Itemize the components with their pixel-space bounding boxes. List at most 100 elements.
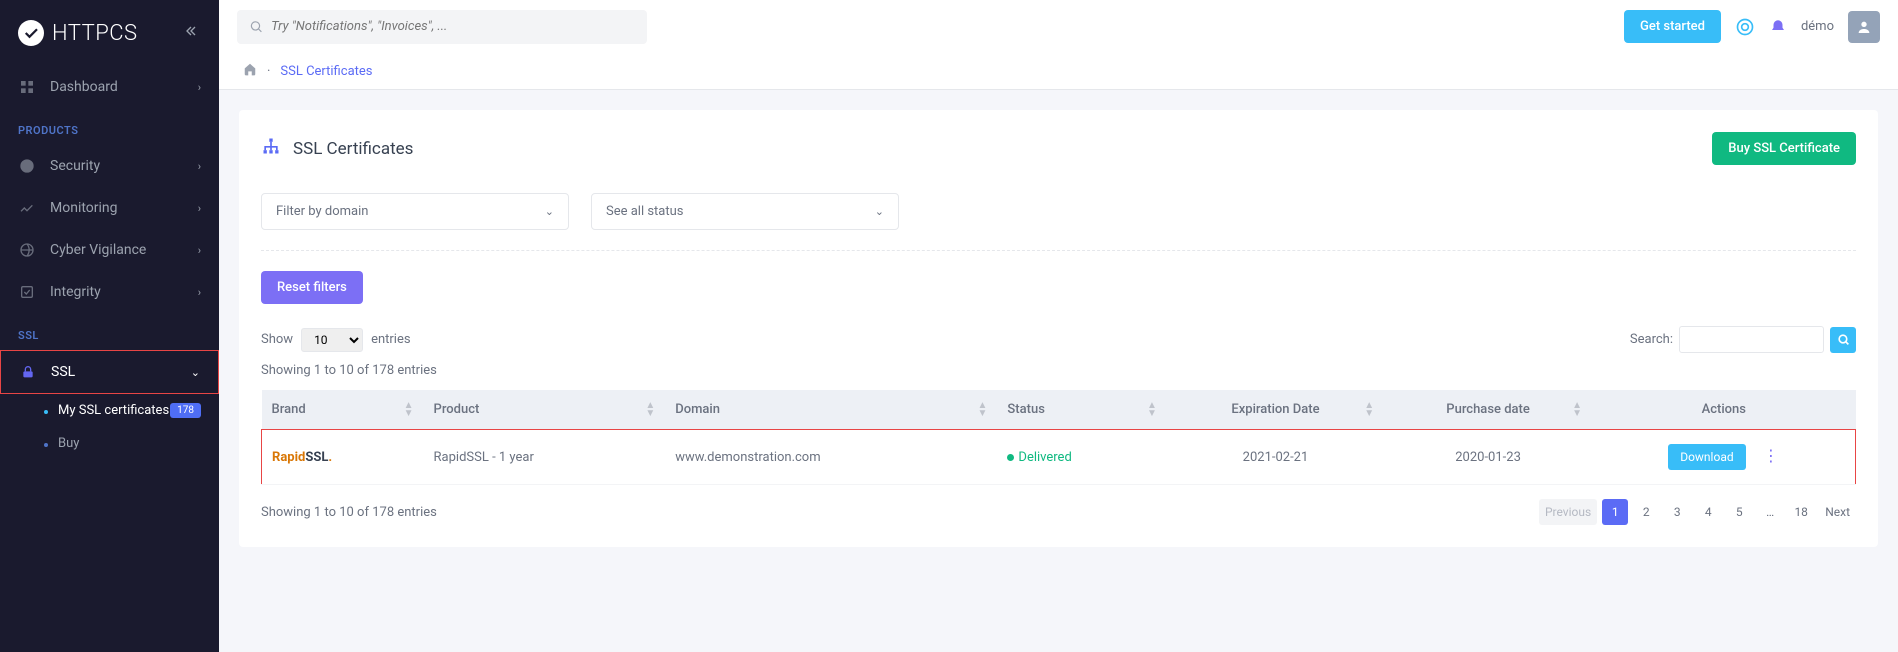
sort-icon: ▲▼ xyxy=(1572,402,1582,418)
chevron-right-icon: › xyxy=(198,286,201,299)
col-purchase[interactable]: Purchase date▲▼ xyxy=(1384,390,1592,430)
entries-select[interactable]: 10 xyxy=(301,328,363,352)
panel-header: SSL Certificates Buy SSL Certificate xyxy=(261,132,1856,165)
sidebar-item-integrity[interactable]: Integrity › xyxy=(0,271,219,313)
pager-next[interactable]: Next xyxy=(1819,499,1856,525)
global-search[interactable] xyxy=(237,10,647,44)
help-icon[interactable] xyxy=(1735,17,1755,37)
pager-page[interactable]: 3 xyxy=(1664,499,1690,525)
search-button[interactable] xyxy=(1830,327,1856,353)
sidebar-item-label: Buy xyxy=(58,436,79,451)
sidebar-item-label: Integrity xyxy=(50,284,101,300)
sidebar-heading-ssl: SSL xyxy=(0,313,219,350)
logo-row: HTTPCS xyxy=(0,10,219,66)
chevron-down-icon: ⌄ xyxy=(545,205,554,218)
status-text: Delivered xyxy=(1018,450,1071,465)
chart-icon xyxy=(18,199,36,217)
avatar[interactable] xyxy=(1848,11,1880,43)
filter-domain-select[interactable]: Filter by domain ⌄ xyxy=(261,193,569,230)
table-search: Search: xyxy=(1630,326,1856,353)
shield-check-icon xyxy=(18,157,36,175)
sidebar-item-cyber-vigilance[interactable]: Cyber Vigilance › xyxy=(0,229,219,271)
main: Get started démo · SSL Certificates SSL … xyxy=(219,0,1898,652)
sidebar-item-security[interactable]: Security › xyxy=(0,145,219,187)
download-button[interactable]: Download xyxy=(1668,444,1745,470)
pager-page[interactable]: 5 xyxy=(1726,499,1752,525)
col-brand[interactable]: Brand▲▼ xyxy=(262,390,424,430)
get-started-button[interactable]: Get started xyxy=(1624,10,1721,43)
sort-icon: ▲▼ xyxy=(1147,402,1157,418)
pager-page[interactable]: 4 xyxy=(1695,499,1721,525)
page-title-text: SSL Certificates xyxy=(293,139,413,159)
pager-page[interactable]: 2 xyxy=(1633,499,1659,525)
collapse-sidebar-icon[interactable] xyxy=(185,23,201,43)
chevron-right-icon: › xyxy=(198,202,201,215)
col-actions: Actions xyxy=(1592,390,1855,430)
breadcrumb-link[interactable]: SSL Certificates xyxy=(280,64,372,79)
chevron-right-icon: › xyxy=(198,160,201,173)
sidebar-item-dashboard[interactable]: Dashboard › xyxy=(0,66,219,108)
col-expiration[interactable]: Expiration Date▲▼ xyxy=(1167,390,1384,430)
crumb-sep: · xyxy=(267,64,270,79)
sidebar-submenu-ssl: My SSL certificates 178 Buy xyxy=(0,394,219,460)
sidebar-item-ssl[interactable]: SSL ⌄ xyxy=(0,350,219,394)
filter-status-select[interactable]: See all status ⌄ xyxy=(591,193,899,230)
cell-brand: RapidSSL. xyxy=(262,430,424,485)
ssl-table: Brand▲▼ Product▲▼ Domain▲▼ Status▲▼ Expi… xyxy=(261,390,1856,485)
col-product[interactable]: Product▲▼ xyxy=(424,390,666,430)
reset-filters-button[interactable]: Reset filters xyxy=(261,271,363,304)
breadcrumb: · SSL Certificates xyxy=(219,53,1898,90)
page-title: SSL Certificates xyxy=(261,136,413,161)
table-footer: Showing 1 to 10 of 178 entries Previous … xyxy=(261,499,1856,525)
pager-page[interactable]: 18 xyxy=(1788,499,1814,525)
search-input[interactable] xyxy=(271,19,635,34)
sidebar-item-label: My SSL certificates xyxy=(58,403,169,418)
brand-logo: RapidSSL. xyxy=(272,450,332,465)
username-label[interactable]: démo xyxy=(1801,19,1834,34)
sort-icon: ▲▼ xyxy=(645,402,655,418)
filters-row: Filter by domain ⌄ See all status ⌄ xyxy=(261,193,1856,230)
globe-icon xyxy=(18,241,36,259)
logo[interactable]: HTTPCS xyxy=(18,20,138,46)
status-dot-icon xyxy=(1007,454,1014,461)
check-square-icon xyxy=(18,283,36,301)
pager-prev[interactable]: Previous xyxy=(1539,499,1597,525)
home-icon[interactable] xyxy=(243,62,257,80)
col-domain[interactable]: Domain▲▼ xyxy=(665,390,997,430)
chevron-right-icon: › xyxy=(198,81,201,94)
show-label: Show xyxy=(261,332,293,347)
select-label: Filter by domain xyxy=(276,204,368,219)
sidebar-sub-buy[interactable]: Buy xyxy=(32,427,219,460)
sidebar: HTTPCS Dashboard › PRODUCTS Security › M… xyxy=(0,0,219,652)
table-search-input[interactable] xyxy=(1679,326,1824,353)
table-header-row: Brand▲▼ Product▲▼ Domain▲▼ Status▲▼ Expi… xyxy=(262,390,1856,430)
chevron-down-icon: ⌄ xyxy=(875,205,884,218)
sort-icon: ▲▼ xyxy=(404,402,414,418)
sidebar-item-monitoring[interactable]: Monitoring › xyxy=(0,187,219,229)
sidebar-item-label: SSL xyxy=(51,364,75,380)
cell-domain: www.demonstration.com xyxy=(665,430,997,485)
bullet-icon xyxy=(44,443,48,447)
cell-expiration: 2021-02-21 xyxy=(1167,430,1384,485)
cell-status: Delivered xyxy=(997,430,1166,485)
logo-text: HTTPCS xyxy=(52,21,138,46)
sidebar-heading-products: PRODUCTS xyxy=(0,108,219,145)
sidebar-sub-my-ssl[interactable]: My SSL certificates 178 xyxy=(32,394,219,427)
more-actions-icon[interactable]: ⋮ xyxy=(1763,446,1779,465)
sidebar-item-label: Monitoring xyxy=(50,200,118,216)
buy-ssl-button[interactable]: Buy SSL Certificate xyxy=(1712,132,1856,165)
col-status[interactable]: Status▲▼ xyxy=(997,390,1166,430)
table-info-top: Showing 1 to 10 of 178 entries xyxy=(261,363,1856,378)
bell-icon[interactable] xyxy=(1769,18,1787,36)
content: SSL Certificates Buy SSL Certificate Fil… xyxy=(219,90,1898,567)
select-label: See all status xyxy=(606,204,684,219)
bullet-icon xyxy=(44,410,48,414)
table-info-bottom: Showing 1 to 10 of 178 entries xyxy=(261,505,437,520)
pager-page[interactable]: 1 xyxy=(1602,499,1628,525)
panel-ssl-certificates: SSL Certificates Buy SSL Certificate Fil… xyxy=(239,110,1878,547)
table-controls: Show 10 entries Search: xyxy=(261,326,1856,353)
pagination: Previous 1 2 3 4 5 … 18 Next xyxy=(1539,499,1856,525)
search-label: Search: xyxy=(1630,332,1673,347)
search-icon xyxy=(249,19,263,34)
pager-ellipsis: … xyxy=(1757,499,1783,525)
